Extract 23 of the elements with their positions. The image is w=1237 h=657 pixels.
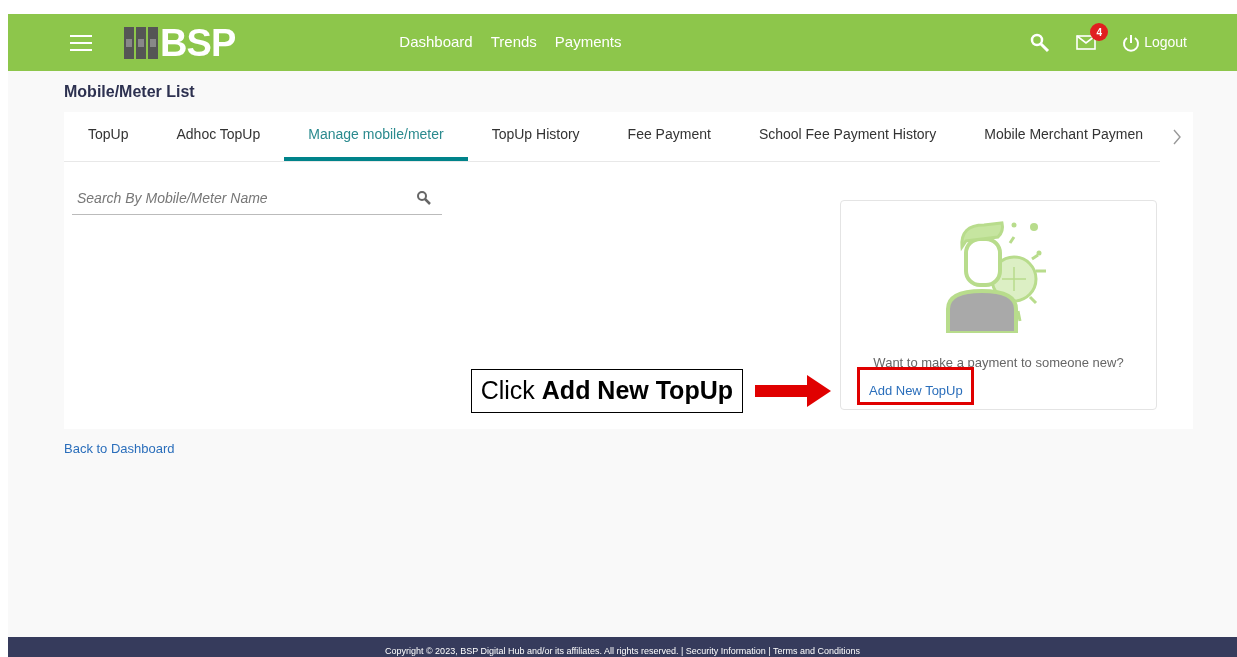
search-icon[interactable] (416, 190, 432, 206)
prompt-text: Want to make a payment to someone new? (873, 354, 1124, 372)
logo-mark-icon (124, 24, 160, 61)
menu-icon[interactable] (70, 34, 92, 51)
back-link[interactable]: Back to Dashboard (64, 439, 1181, 459)
chevron-right-icon[interactable] (1172, 129, 1182, 145)
mail-icon[interactable] (1076, 35, 1097, 50)
tab[interactable]: TopUp History (467, 111, 604, 161)
copyright-text: Copyright © 2023, BSP Digital Hub and/or its affiliates. All rights reserved. | Security Information | Terms and Conditions (384, 645, 860, 657)
add-new-topup-link[interactable]: Add New TopUp (869, 380, 963, 400)
page-title: Mobile/Meter List (64, 82, 196, 102)
tab[interactable]: School Fee Payment History (734, 111, 961, 161)
tab[interactable]: Adhoc TopUp (152, 111, 285, 161)
tab[interactable]: Fee Payment (603, 111, 735, 161)
search-field[interactable]: Search By Mobile/Meter Name (72, 182, 442, 215)
annotation-callout: Click Add New TopUp (470, 369, 743, 413)
tab[interactable]: Mobile Merchant Paymen (960, 111, 1168, 161)
arrow-right-icon (755, 375, 831, 407)
power-icon (1122, 33, 1141, 52)
notification-badge: 4 (1090, 23, 1109, 41)
tab[interactable]: TopUp (64, 111, 153, 161)
logo-text: BSP (160, 23, 236, 62)
tab[interactable]: Manage mobile/meter (284, 111, 468, 161)
